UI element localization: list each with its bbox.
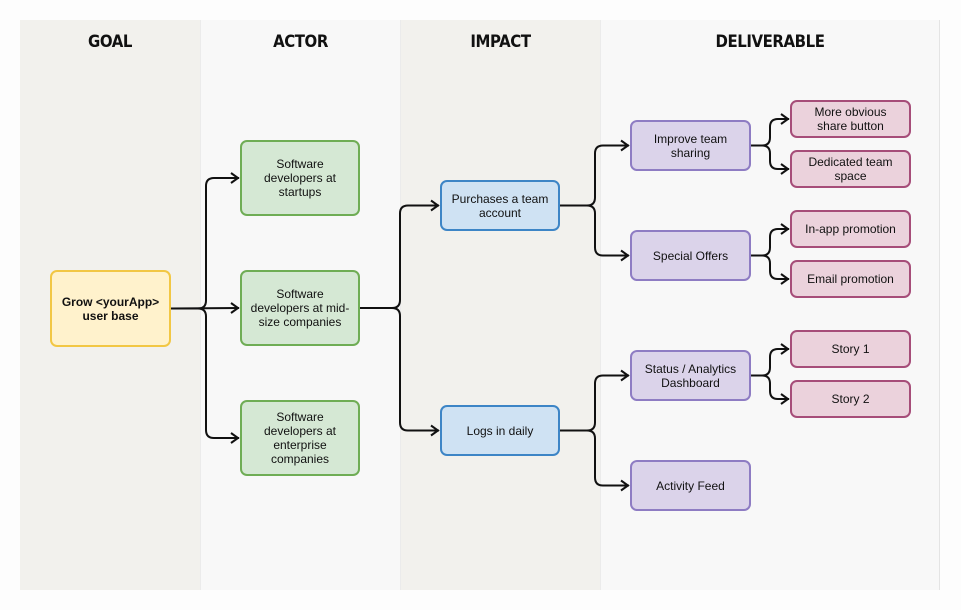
story-node-story-2[interactable]: Story 2	[790, 380, 911, 418]
deliverable-node-dashboard[interactable]: Status / Analytics Dashboard	[630, 350, 751, 401]
deliverable-node-team-sharing[interactable]: Improve team sharing	[630, 120, 751, 171]
lane-title-deliverable: DELIVERABLE	[715, 32, 825, 52]
lane-title-goal: GOAL	[88, 32, 132, 52]
story-node-story-1[interactable]: Story 1	[790, 330, 911, 368]
story-node-inapp-promotion[interactable]: In-app promotion	[790, 210, 911, 248]
actor-node-midsize[interactable]: Software developers at mid-size companie…	[240, 270, 360, 346]
impact-node-purchase[interactable]: Purchases a team account	[440, 180, 560, 231]
lane-title-actor: ACTOR	[273, 32, 328, 52]
actor-node-startups[interactable]: Software developers at startups	[240, 140, 360, 216]
story-node-email-promotion[interactable]: Email promotion	[790, 260, 911, 298]
impact-node-logs-in[interactable]: Logs in daily	[440, 405, 560, 456]
actor-node-enterprise[interactable]: Software developers at enterprise compan…	[240, 400, 360, 476]
deliverable-node-special-offers[interactable]: Special Offers	[630, 230, 751, 281]
lane-title-impact: IMPACT	[470, 32, 531, 52]
story-node-share-button[interactable]: More obvious share button	[790, 100, 911, 138]
story-node-team-space[interactable]: Dedicated team space	[790, 150, 911, 188]
lane-impact: IMPACT	[400, 20, 600, 590]
goal-node[interactable]: Grow <yourApp> user base	[50, 270, 171, 347]
deliverable-node-activity-feed[interactable]: Activity Feed	[630, 460, 751, 511]
